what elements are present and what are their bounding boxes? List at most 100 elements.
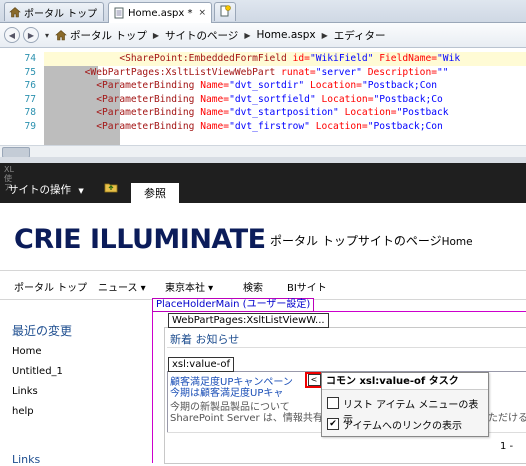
home-icon [55, 29, 67, 41]
leftnav-item-untitled[interactable]: Untitled_1 [12, 366, 63, 377]
site-actions-menu[interactable]: サイトの操作 ▼ [8, 182, 84, 197]
page-name: Home [441, 236, 473, 248]
code-editor[interactable]: 74 <SharePoint:EmbeddedFormField id="Wik… [0, 48, 526, 145]
code-token: "WikiField" [309, 53, 374, 64]
new-tab-button[interactable] [214, 2, 236, 21]
code-token: <WebPartPages:XsltListViewWebPart [84, 66, 276, 78]
topnav-item-portal-top[interactable]: ポータル トップ [14, 279, 87, 294]
code-line[interactable]: 77 <ParameterBinding Name="dvt_sortfield… [0, 93, 526, 107]
code-token: "Wik [437, 53, 461, 64]
line-number: 79 [24, 120, 36, 132]
breadcrumb-item-editor[interactable]: エディター [334, 28, 386, 43]
new-page-icon [219, 4, 231, 20]
site-logo[interactable]: CRIE ILLUMINATE [14, 224, 266, 255]
folder-up-icon[interactable] [104, 181, 118, 196]
webpart-title[interactable]: 新着 お知らせ [170, 331, 239, 347]
code-text: <SharePoint:EmbeddedFormField id="WikiFi… [50, 52, 460, 66]
chevron-down-icon: ▼ [78, 187, 84, 195]
tab-label: Home.aspx * [128, 7, 193, 19]
home-icon [9, 6, 21, 18]
tab-portal-top[interactable]: ポータル トップ [4, 2, 104, 21]
top-navigation: ポータル トップ ニュース ▾ 東京本社 ▾ 検索 BIサイト [0, 270, 526, 300]
topnav-item-tokyo[interactable]: 東京本社 ▾ [165, 279, 213, 294]
code-token: runat= [275, 66, 316, 78]
code-token: Location= [304, 80, 362, 91]
chevron-right-icon: ▶ [244, 30, 251, 40]
breadcrumb-item-portal-top[interactable]: ポータル トップ [70, 28, 147, 43]
topnav-item-bi-site[interactable]: BIサイト [287, 279, 327, 294]
show-item-link-checkbox[interactable]: ✔ [327, 418, 339, 430]
list-item-body: ただける事 [488, 413, 526, 424]
line-number: 75 [24, 66, 36, 78]
code-text: <ParameterBinding Name="dvt_firstrow" Lo… [50, 120, 443, 134]
code-line[interactable]: 79 <ParameterBinding Name="dvt_firstrow"… [0, 120, 526, 134]
topnav-item-news[interactable]: ニュース ▾ [98, 279, 146, 294]
code-line[interactable]: 74 <SharePoint:EmbeddedFormField id="Wik… [0, 52, 526, 66]
code-token: Name= [194, 80, 230, 91]
breadcrumb-item-site-pages[interactable]: サイトのページ [165, 28, 238, 43]
smart-panel-header: コモン xsl:value-of タスク [322, 373, 488, 390]
line-number: 74 [24, 53, 36, 64]
leftnav-item-links[interactable]: Links [12, 386, 38, 397]
list-item-body[interactable]: 今期は顧客満足度UPキャ [170, 384, 283, 399]
webpart-label[interactable]: WebPartPages:XsltListViewW... [168, 313, 329, 328]
document-tab-bar: ポータル トップ Home.aspx * × [0, 0, 526, 23]
code-token: Name= [194, 120, 230, 132]
placeholder-label[interactable]: PlaceHolderMain (ユーザー設定) [152, 298, 315, 312]
page-icon [113, 7, 125, 19]
pager[interactable]: 1 - [500, 441, 513, 452]
code-token: <ParameterBinding [96, 93, 195, 105]
code-token: FieldName= [373, 53, 438, 64]
ribbon: XL 使 ア サイトの操作 ▼ [0, 163, 526, 203]
code-token: "" [437, 66, 449, 78]
line-number: 77 [24, 93, 36, 105]
tab-browse[interactable]: 参照 [131, 183, 179, 203]
leftnav-item-home[interactable]: Home [12, 346, 42, 357]
code-token: Name= [194, 93, 230, 105]
code-text: <ParameterBinding Name="dvt_sortfield" L… [50, 93, 443, 107]
code-text: <ParameterBinding Name="dvt_sortdir" Loc… [50, 79, 437, 93]
topnav-item-search[interactable]: 検索 [243, 279, 263, 294]
back-button[interactable]: ◀ [4, 27, 20, 43]
recent-changes-heading[interactable]: 最近の変更 [12, 322, 72, 339]
code-text: <ParameterBinding Name="dvt_startpositio… [50, 106, 449, 120]
code-line[interactable]: 78 <ParameterBinding Name="dvt_startposi… [0, 106, 526, 120]
links-heading[interactable]: Links [12, 453, 40, 466]
xsl-value-label[interactable]: xsl:value-of [168, 357, 235, 372]
code-line[interactable]: 76 <ParameterBinding Name="dvt_sortdir" … [0, 79, 526, 93]
code-token: <ParameterBinding [96, 120, 195, 132]
divider [167, 347, 526, 348]
code-token: "Postback;Con [361, 80, 438, 91]
breadcrumb: ◀ ▶ ▾ ポータル トップ ▶ サイトのページ ▶ Home.aspx ▶ エ… [0, 23, 526, 48]
show-item-menu-checkbox[interactable] [327, 397, 339, 409]
chevron-right-icon: ▶ [321, 30, 328, 40]
code-token: "dvt_firstrow" [229, 120, 310, 132]
dropdown-icon[interactable]: ▾ [45, 31, 49, 40]
code-token: Description= [361, 66, 438, 78]
code-token: id= [286, 53, 310, 64]
code-token: "Postback [396, 107, 449, 118]
breadcrumb-item-home-aspx[interactable]: Home.aspx [256, 29, 315, 41]
leftnav-item-help[interactable]: help [12, 406, 34, 417]
line-number: 78 [24, 107, 36, 118]
forward-button[interactable]: ▶ [23, 27, 39, 43]
tab-home-aspx[interactable]: Home.aspx * × [108, 2, 212, 23]
tab-label: ポータル トップ [24, 8, 98, 20]
code-token: "dvt_startposition" [229, 107, 339, 118]
close-icon[interactable]: × [199, 8, 207, 18]
code-token: "dvt_sortfield" [229, 93, 316, 105]
code-token: "Postback;Con [367, 120, 443, 132]
code-token: "server" [315, 66, 362, 78]
code-line[interactable]: 75 <WebPartPages:XsltListViewWebPart run… [0, 66, 526, 80]
show-item-link-label[interactable]: アイテムへのリンクの表示 [343, 417, 462, 432]
code-token: "dvt_sortdir" [229, 80, 305, 91]
code-token: Location= [309, 120, 368, 132]
code-token: Location= [338, 107, 397, 118]
code-token: Location= [315, 93, 374, 105]
